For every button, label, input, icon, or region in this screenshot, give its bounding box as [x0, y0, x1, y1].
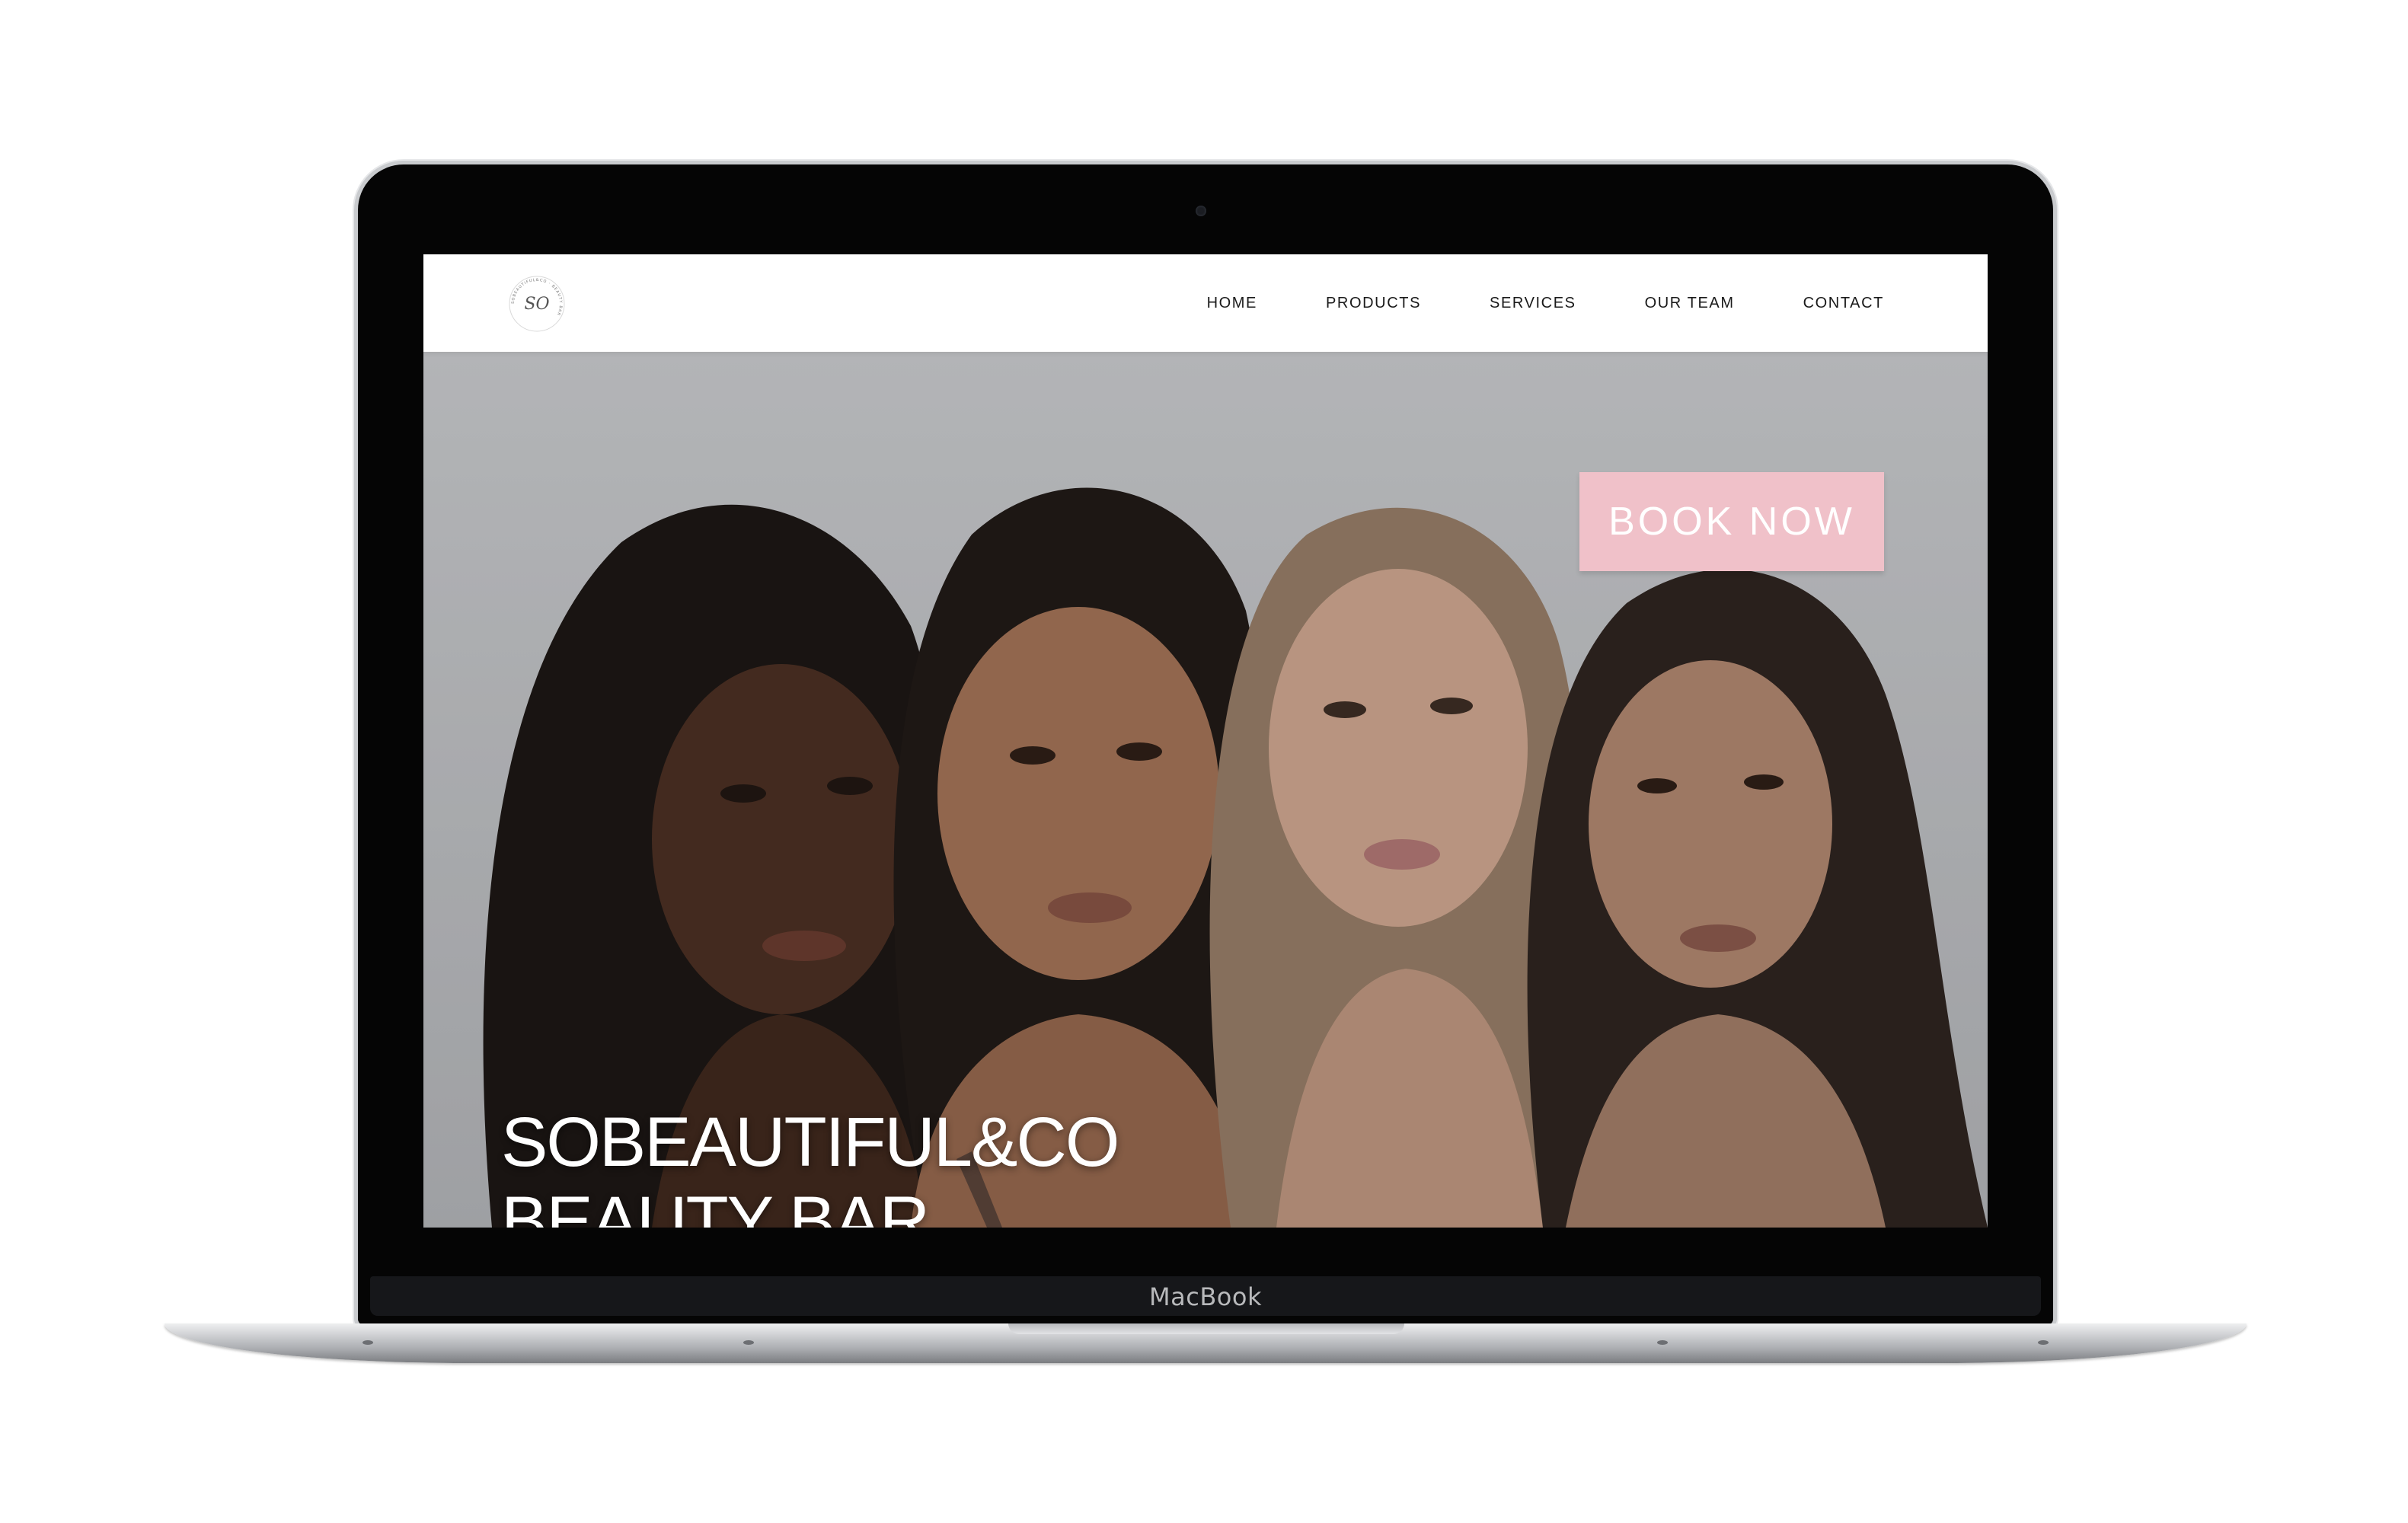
nav-item-products[interactable]: PRODUCTS	[1326, 295, 1421, 312]
logo-monogram-icon: SOBEAUTIFUL&CO · BEAUTY BAR SO	[509, 276, 565, 332]
nav-item-services[interactable]: SERVICES	[1490, 295, 1576, 312]
camera-icon	[1196, 206, 1206, 216]
book-now-button[interactable]: BOOK NOW	[1579, 472, 1884, 571]
hero-title: SOBEAUTIFUL&CO BEAUTY BAR	[501, 1103, 1119, 1228]
brand-logo[interactable]: SOBEAUTIFUL&CO · BEAUTY BAR SO	[506, 273, 568, 335]
device-brand-label: MacBook	[1149, 1282, 1262, 1311]
base-foot	[2038, 1340, 2049, 1345]
hero-title-line2: BEAUTY BAR	[501, 1183, 930, 1228]
nav-item-our-team[interactable]: OUR TEAM	[1645, 295, 1735, 312]
main-nav: HOME PRODUCTS SERVICES OUR TEAM CONTACT	[1139, 254, 1884, 352]
bottom-bezel: MacBook	[370, 1276, 2041, 1316]
base-foot	[743, 1340, 754, 1345]
base-foot	[1657, 1340, 1668, 1345]
logo-monogram-text: SO	[524, 295, 549, 314]
nav-item-contact[interactable]: CONTACT	[1803, 295, 1884, 312]
laptop-device: SOBEAUTIFUL&CO · BEAUTY BAR SO HOME PROD…	[358, 164, 2053, 1325]
base-foot	[362, 1340, 373, 1345]
hero-title-line1: SOBEAUTIFUL&CO	[501, 1103, 1119, 1181]
laptop-base	[164, 1323, 2247, 1363]
nav-item-home[interactable]: HOME	[1207, 295, 1257, 312]
site-header: SOBEAUTIFUL&CO · BEAUTY BAR SO HOME PROD…	[423, 254, 1988, 352]
laptop-screen: SOBEAUTIFUL&CO · BEAUTY BAR SO HOME PROD…	[423, 254, 1988, 1228]
base-notch	[1008, 1323, 1404, 1334]
hero-section: BOOK NOW SOBEAUTIFUL&CO BEAUTY BAR	[423, 352, 1988, 1228]
